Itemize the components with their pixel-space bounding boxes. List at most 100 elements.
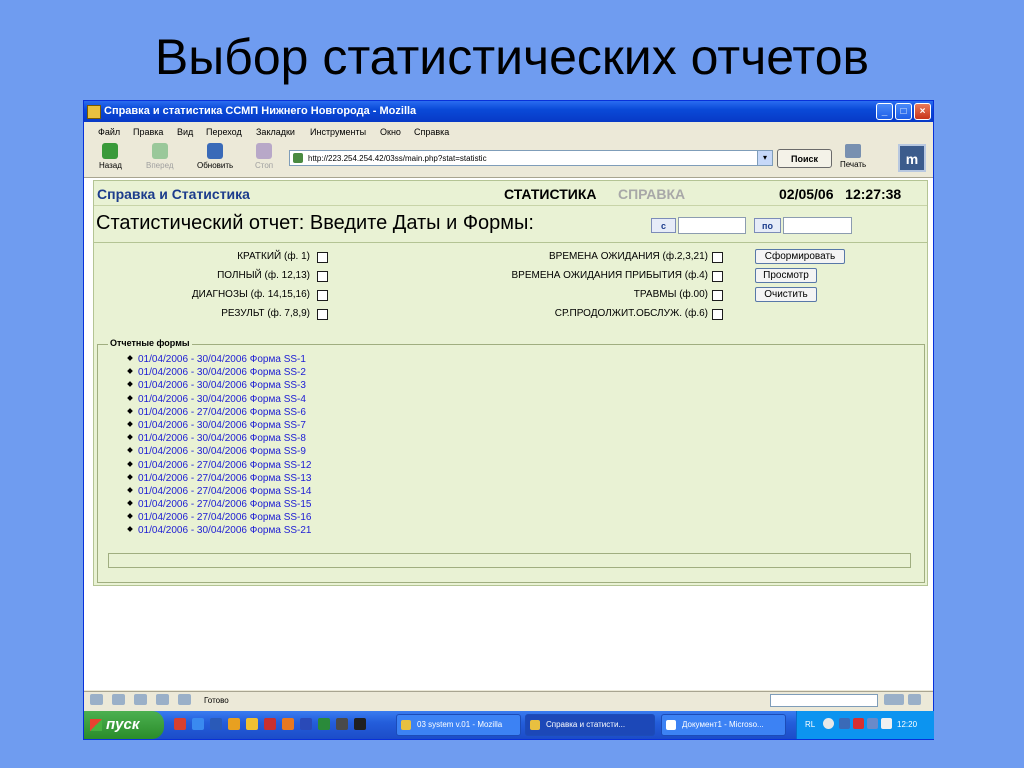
menu-bookmarks[interactable]: Закладки (256, 127, 295, 137)
start-button[interactable]: пуск (84, 711, 164, 739)
online-icon[interactable] (884, 694, 904, 705)
quicklaunch-icon[interactable] (174, 718, 186, 730)
taskbar-item[interactable]: 03 system v.01 - Mozilla (396, 714, 521, 736)
app-icon[interactable] (336, 718, 348, 730)
datetime: 02/05/06 12:27:38 (779, 186, 901, 202)
app-icon[interactable] (354, 718, 366, 730)
browser-icon[interactable] (192, 718, 204, 730)
security-lock-icon[interactable] (908, 694, 921, 705)
explorer-icon[interactable] (210, 718, 222, 730)
title-bar[interactable]: Справка и статистика ССМП Нижнего Новгор… (84, 101, 933, 122)
option-diagnoses-checkbox[interactable] (317, 290, 328, 301)
date-value: 02/05/06 (779, 186, 834, 202)
option-full-checkbox[interactable] (317, 271, 328, 282)
list-item: 01/04/2006 - 30/04/2006 Форма SS-9 (127, 445, 312, 458)
list-item: 01/04/2006 - 30/04/2006 Форма SS-8 (127, 432, 312, 445)
list-item: 01/04/2006 - 27/04/2006 Форма SS-13 (127, 472, 312, 485)
nav-reference[interactable]: СПРАВКА (618, 186, 685, 202)
address-bar[interactable]: http://223.254.254.42/03ss/main.php?stat… (289, 150, 773, 166)
tray-icon[interactable] (867, 718, 878, 729)
clear-button[interactable]: Очистить (755, 287, 817, 302)
report-form-link[interactable]: 01/04/2006 - 27/04/2006 Форма SS-16 (138, 512, 312, 523)
generate-button[interactable]: Сформировать (755, 249, 845, 264)
bullet-icon (127, 487, 133, 493)
option-short-checkbox[interactable] (317, 252, 328, 263)
printer-icon (845, 144, 862, 158)
option-label: ВРЕМЕНА ОЖИДАНИЯ (ф.2,3,21) (549, 251, 708, 262)
menu-view[interactable]: Вид (177, 127, 193, 137)
chevron-down-icon[interactable]: ▾ (757, 151, 772, 165)
option-arrival-wait-checkbox[interactable] (712, 271, 723, 282)
report-form-link[interactable]: 01/04/2006 - 30/04/2006 Форма SS-4 (138, 394, 306, 405)
report-form-link[interactable]: 01/04/2006 - 30/04/2006 Форма SS-3 (138, 380, 306, 391)
to-date-input[interactable] (783, 217, 852, 234)
list-item: 01/04/2006 - 27/04/2006 Форма SS-14 (127, 485, 312, 498)
browser-window: Справка и статистика ССМП Нижнего Новгор… (84, 101, 934, 739)
network-icon[interactable] (839, 718, 850, 729)
nav-statistics[interactable]: СТАТИСТИКА (504, 186, 597, 202)
chevron-left-icon[interactable] (823, 718, 834, 729)
report-form-link[interactable]: 01/04/2006 - 30/04/2006 Форма SS-9 (138, 446, 306, 457)
address-book-icon[interactable] (156, 694, 169, 705)
composer-icon[interactable] (134, 694, 147, 705)
report-form-link[interactable]: 01/04/2006 - 27/04/2006 Форма SS-15 (138, 499, 312, 510)
report-form-link[interactable]: 01/04/2006 - 30/04/2006 Форма SS-21 (138, 525, 312, 536)
menu-file[interactable]: Файл (98, 127, 120, 137)
search-button[interactable]: Поиск (777, 149, 832, 168)
option-result-checkbox[interactable] (317, 309, 328, 320)
back-label: Назад (99, 161, 122, 170)
from-date-input[interactable] (678, 217, 746, 234)
report-output-box (108, 553, 911, 568)
to-date-button[interactable]: по (754, 218, 781, 233)
word-icon[interactable] (300, 718, 312, 730)
taskbar-item[interactable]: Документ1 - Microso... (661, 714, 786, 736)
statistics-panel: Справка и Статистика СТАТИСТИКА СПРАВКА … (93, 180, 928, 586)
option-wait-times-checkbox[interactable] (712, 252, 723, 263)
bullet-icon (127, 407, 133, 414)
volume-icon[interactable] (881, 718, 892, 729)
menu-go[interactable]: Переход (206, 127, 242, 137)
back-button[interactable]: Назад (99, 143, 122, 170)
stop-button[interactable]: Стоп (255, 143, 273, 170)
report-form-link[interactable]: 01/04/2006 - 30/04/2006 Форма SS-1 (138, 354, 306, 365)
option-service-duration-checkbox[interactable] (712, 309, 723, 320)
antivirus-icon[interactable] (853, 718, 864, 729)
reload-icon (207, 143, 224, 159)
folder-icon[interactable] (246, 718, 258, 730)
taskbar-item[interactable]: Справка и статисти... (525, 714, 655, 736)
report-form-link[interactable]: 01/04/2006 - 27/04/2006 Форма SS-14 (138, 486, 312, 497)
mozilla-logo[interactable]: m (898, 144, 926, 172)
taskbar: пуск 03 system v.01 - Mozilla Справка и … (84, 711, 934, 739)
media-icon[interactable] (228, 718, 240, 730)
report-form-link[interactable]: 01/04/2006 - 27/04/2006 Форма SS-13 (138, 473, 312, 484)
menu-tools[interactable]: Инструменты (310, 127, 366, 137)
view-button[interactable]: Просмотр (755, 268, 817, 283)
menu-window[interactable]: Окно (380, 127, 401, 137)
mail-icon[interactable] (112, 694, 125, 705)
list-item: 01/04/2006 - 27/04/2006 Форма SS-16 (127, 511, 312, 524)
report-form-link[interactable]: 01/04/2006 - 27/04/2006 Форма SS-12 (138, 460, 312, 471)
print-button[interactable]: Печать (840, 144, 866, 169)
option-injuries-checkbox[interactable] (712, 290, 723, 301)
forward-button[interactable]: Вперед (146, 143, 174, 170)
maximize-button[interactable]: □ (895, 103, 912, 120)
app-icon[interactable] (264, 718, 276, 730)
report-form-link[interactable]: 01/04/2006 - 30/04/2006 Форма SS-2 (138, 367, 306, 378)
app-icon[interactable] (282, 718, 294, 730)
option-label: СР.ПРОДОЛЖИТ.ОБСЛУЖ. (ф.6) (554, 308, 708, 319)
close-button[interactable]: × (914, 103, 931, 120)
report-form-link[interactable]: 01/04/2006 - 27/04/2006 Форма SS-6 (138, 407, 306, 418)
menu-edit[interactable]: Правка (133, 127, 163, 137)
bullet-icon (127, 434, 133, 440)
navigator-icon[interactable] (90, 694, 103, 705)
language-indicator[interactable]: RL (805, 720, 815, 729)
chat-icon[interactable] (178, 694, 191, 705)
report-form-link[interactable]: 01/04/2006 - 30/04/2006 Форма SS-7 (138, 420, 306, 431)
menu-help[interactable]: Справка (414, 127, 449, 137)
excel-icon[interactable] (318, 718, 330, 730)
option-label: ТРАВМЫ (ф.00) (633, 289, 708, 300)
minimize-button[interactable]: _ (876, 103, 893, 120)
report-form-link[interactable]: 01/04/2006 - 30/04/2006 Форма SS-8 (138, 433, 306, 444)
from-date-button[interactable]: с (651, 218, 676, 233)
reload-button[interactable]: Обновить (197, 143, 233, 170)
